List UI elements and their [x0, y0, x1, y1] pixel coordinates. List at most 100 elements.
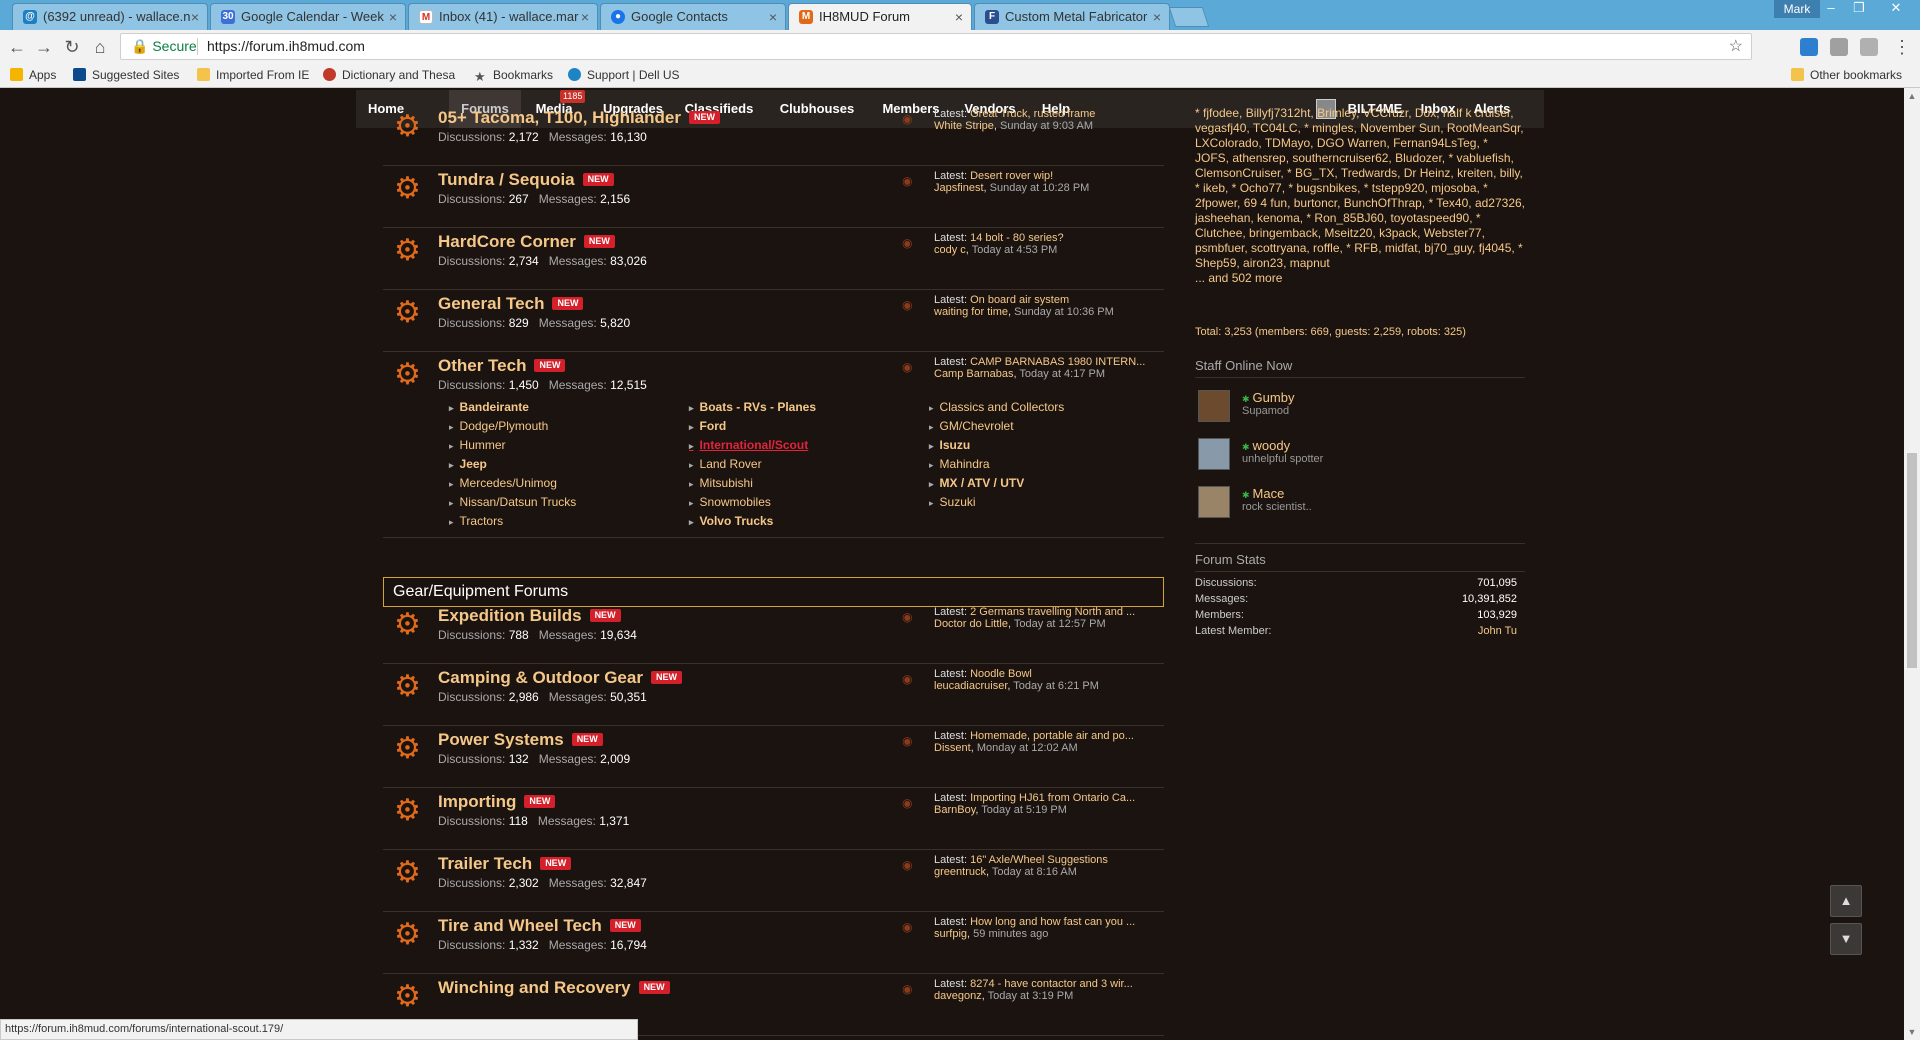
latest-user[interactable]: White Stripe: [934, 120, 994, 132]
latest-post[interactable]: Latest: Noodle Bowl leucadiacruiser, Toda…: [934, 668, 1164, 692]
browser-tab[interactable]: @ (6392 unread) - wallace.n ×: [12, 3, 208, 30]
forum-title-text[interactable]: Trailer Tech: [438, 854, 532, 873]
staff-name[interactable]: Mace: [1242, 486, 1285, 501]
latest-post[interactable]: Latest: Great Truck, rusted frame White S…: [934, 108, 1164, 132]
close-icon[interactable]: ×: [389, 4, 397, 30]
latest-user[interactable]: greentruck: [934, 866, 986, 878]
bookmark-dell[interactable]: Support | Dell US: [568, 64, 680, 86]
bookmark-dictionary[interactable]: Dictionary and Thesa: [323, 64, 455, 86]
latest-post[interactable]: Latest: On board air system waiting for t…: [934, 294, 1164, 318]
bookmark-star-icon[interactable]: ☆: [1729, 34, 1743, 59]
latest-title[interactable]: CAMP BARNABAS 1980 INTERN...: [970, 356, 1145, 368]
subforum-link[interactable]: Hummer: [449, 438, 506, 452]
subforum-link[interactable]: Isuzu: [929, 438, 971, 452]
latest-title[interactable]: Great Truck, rusted frame: [970, 108, 1095, 120]
window-user-badge[interactable]: Mark: [1774, 0, 1820, 18]
latest-title[interactable]: 2 Germans travelling North and ...: [970, 606, 1135, 618]
forum-title-text[interactable]: Other Tech: [438, 356, 526, 375]
rss-icon[interactable]: ◉: [902, 796, 912, 810]
forum-title-text[interactable]: Tundra / Sequoia: [438, 170, 575, 189]
extension-icon[interactable]: [1800, 38, 1818, 56]
subforum-link[interactable]: GM/Chevrolet: [929, 419, 1014, 433]
staff-name[interactable]: woody: [1242, 438, 1291, 453]
latest-title[interactable]: 16" Axle/Wheel Suggestions: [970, 854, 1108, 866]
forward-icon[interactable]: →: [32, 35, 56, 59]
latest-title[interactable]: On board air system: [970, 294, 1069, 306]
latest-post[interactable]: Latest: CAMP BARNABAS 1980 INTERN... Camp…: [934, 356, 1164, 380]
subforum-link[interactable]: Mercedes/Unimog: [449, 476, 557, 490]
latest-post[interactable]: Latest: Importing HJ61 from Ontario Ca..…: [934, 792, 1164, 816]
latest-title[interactable]: Importing HJ61 from Ontario Ca...: [970, 792, 1135, 804]
latest-post[interactable]: Latest: 8274 - have contactor and 3 wir.…: [934, 978, 1164, 1002]
page-scrollbar[interactable]: ▲ ▼: [1904, 88, 1920, 1040]
forum-title-text[interactable]: Winching and Recovery: [438, 978, 631, 997]
scroll-down-arrow-icon[interactable]: ▼: [1904, 1024, 1920, 1040]
forum-title[interactable]: Winching and Recovery NEW: [438, 978, 670, 998]
url-text[interactable]: https://forum.ih8mud.com: [207, 34, 365, 59]
bookmark-bookmarks[interactable]: ★ Bookmarks: [474, 64, 553, 86]
forum-title[interactable]: HardCore Corner NEW: [438, 232, 615, 252]
rss-icon[interactable]: ◉: [902, 298, 912, 312]
forum-title-text[interactable]: Camping & Outdoor Gear: [438, 668, 643, 687]
latest-post[interactable]: Latest: 14 bolt - 80 series? cody c, Toda…: [934, 232, 1164, 256]
subforum-link[interactable]: Mahindra: [929, 457, 990, 471]
forum-title-text[interactable]: 05+ Tacoma, T100, Highlander: [438, 108, 681, 127]
scrollbar-thumb[interactable]: [1907, 453, 1917, 668]
home-icon[interactable]: ⌂: [88, 35, 112, 59]
scroll-to-top-button[interactable]: ▲: [1830, 885, 1862, 917]
rss-icon[interactable]: ◉: [902, 920, 912, 934]
rss-icon[interactable]: ◉: [902, 360, 912, 374]
latest-post[interactable]: Latest: 16" Axle/Wheel Suggestions greent…: [934, 854, 1164, 878]
avatar[interactable]: [1198, 438, 1230, 470]
latest-user[interactable]: BarnBoy: [934, 804, 975, 816]
address-bar[interactable]: 🔒 Secure https://forum.ih8mud.com ☆: [120, 33, 1752, 60]
latest-title[interactable]: 14 bolt - 80 series?: [970, 232, 1064, 244]
forum-title[interactable]: Expedition Builds NEW: [438, 606, 621, 626]
subforum-link[interactable]: Dodge/Plymouth: [449, 419, 549, 433]
close-icon[interactable]: ×: [191, 4, 199, 30]
forum-title[interactable]: 05+ Tacoma, T100, Highlander NEW: [438, 108, 720, 128]
extension-icon[interactable]: [1860, 38, 1878, 56]
close-icon[interactable]: ×: [955, 4, 963, 30]
latest-member-link[interactable]: John Tu: [1478, 625, 1517, 637]
rss-icon[interactable]: ◉: [902, 672, 912, 686]
latest-user[interactable]: waiting for time: [934, 306, 1008, 318]
browser-tab[interactable]: 30 Google Calendar - Week ×: [210, 3, 406, 30]
subforum-link[interactable]: Volvo Trucks: [689, 514, 774, 528]
reload-icon[interactable]: ↻: [60, 35, 84, 59]
staff-member[interactable]: Mace rock scientist..: [1198, 486, 1518, 528]
maximize-icon[interactable]: ❐: [1846, 0, 1872, 18]
forum-title-text[interactable]: Tire and Wheel Tech: [438, 916, 602, 935]
latest-title[interactable]: 8274 - have contactor and 3 wir...: [970, 978, 1133, 990]
rss-icon[interactable]: ◉: [902, 112, 912, 126]
forum-title[interactable]: Importing NEW: [438, 792, 556, 812]
close-icon[interactable]: ×: [581, 4, 589, 30]
latest-post[interactable]: Latest: Desert rover wip! Japsfinest, Sun…: [934, 170, 1164, 194]
forum-title[interactable]: Tundra / Sequoia NEW: [438, 170, 614, 190]
subforum-link[interactable]: MX / ATV / UTV: [929, 476, 1025, 490]
latest-user[interactable]: leucadiacruiser: [934, 680, 1007, 692]
latest-title[interactable]: Noodle Bowl: [970, 668, 1032, 680]
rss-icon[interactable]: ◉: [902, 982, 912, 996]
subforum-link[interactable]: International/Scout: [689, 438, 809, 452]
minimize-icon[interactable]: –: [1818, 0, 1844, 18]
avatar[interactable]: [1198, 390, 1230, 422]
online-more-link[interactable]: ... and 502 more: [1195, 271, 1282, 285]
latest-user[interactable]: Camp Barnabas: [934, 368, 1014, 380]
menu-icon[interactable]: ⋮: [1890, 35, 1914, 59]
latest-title[interactable]: Desert rover wip!: [970, 170, 1053, 182]
latest-user[interactable]: davegonz: [934, 990, 982, 1002]
rss-icon[interactable]: ◉: [902, 734, 912, 748]
back-icon[interactable]: ←: [5, 35, 29, 59]
avatar[interactable]: [1198, 486, 1230, 518]
forum-title[interactable]: Trailer Tech NEW: [438, 854, 572, 874]
scroll-to-bottom-button[interactable]: ▼: [1830, 923, 1862, 955]
subforum-link[interactable]: Ford: [689, 419, 727, 433]
latest-user[interactable]: Doctor do Little: [934, 618, 1008, 630]
forum-title[interactable]: Tire and Wheel Tech NEW: [438, 916, 641, 936]
extension-icon[interactable]: [1830, 38, 1848, 56]
subforum-link[interactable]: Nissan/Datsun Trucks: [449, 495, 577, 509]
close-icon[interactable]: ×: [1153, 4, 1161, 30]
staff-member[interactable]: woody unhelpful spotter: [1198, 438, 1518, 480]
latest-post[interactable]: Latest: Homemade, portable air and po...…: [934, 730, 1164, 754]
